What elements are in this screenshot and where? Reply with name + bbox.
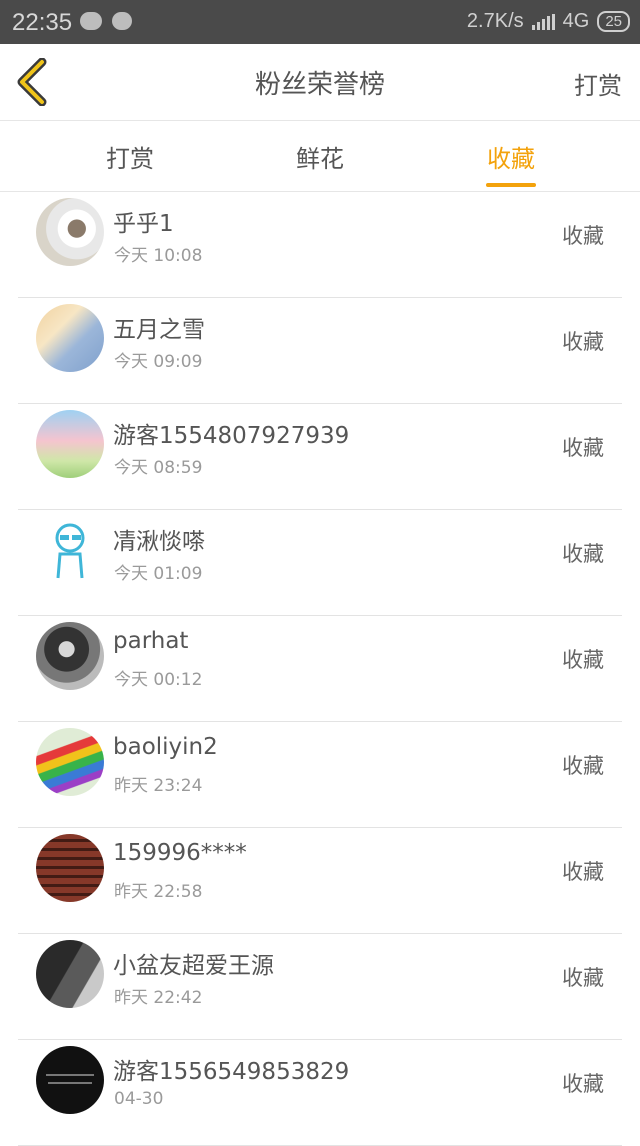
wechat-icon: [80, 12, 102, 30]
timestamp: 昨天 22:58: [114, 882, 203, 902]
tab-favorites[interactable]: 收藏: [451, 139, 571, 174]
avatar: [36, 516, 104, 584]
user-name: 小盆友超爱王源: [113, 953, 274, 979]
list-item[interactable]: 五月之雪 今天 09:09 收藏: [18, 298, 622, 404]
avatar: [36, 940, 104, 1008]
user-name: 游客1554807927939: [113, 423, 350, 449]
fan-list: 乎乎1 今天 10:08 收藏 五月之雪 今天 09:09 收藏 游客15548…: [0, 192, 640, 1146]
action-label: 收藏: [562, 436, 604, 460]
list-item[interactable]: parhat 今天 00:12 收藏: [18, 616, 622, 722]
list-item[interactable]: baoliyin2 昨天 23:24 收藏: [18, 722, 622, 828]
list-item[interactable]: 乎乎1 今天 10:08 收藏: [18, 192, 622, 298]
list-item[interactable]: 凊湫惔嗏 今天 01:09 收藏: [18, 510, 622, 616]
user-name: parhat: [113, 628, 189, 654]
active-tab-indicator: [486, 183, 536, 187]
tab-reward[interactable]: 打赏: [70, 139, 190, 174]
timestamp: 昨天 23:24: [114, 776, 203, 796]
timestamp: 昨天 22:42: [114, 988, 203, 1008]
avatar: [36, 410, 104, 478]
signal-icon: [531, 13, 555, 30]
avatar: [36, 728, 104, 796]
tab-flowers[interactable]: 鲜花: [260, 139, 380, 174]
text-image-icon: [46, 1074, 94, 1084]
top-bar: 粉丝荣誉榜 打赏: [0, 44, 640, 121]
timestamp: 今天 10:08: [114, 246, 203, 266]
list-item[interactable]: 159996**** 昨天 22:58 收藏: [18, 828, 622, 934]
list-item[interactable]: 小盆友超爱王源 昨天 22:42 收藏: [18, 934, 622, 1040]
reward-button[interactable]: 打赏: [574, 66, 622, 101]
avatar: [36, 198, 104, 266]
user-name: 乎乎1: [113, 211, 174, 237]
user-name: baoliyin2: [113, 734, 218, 760]
timestamp: 今天 00:12: [114, 670, 203, 690]
user-name: 159996****: [113, 840, 247, 866]
avatar: [36, 304, 104, 372]
action-label: 收藏: [562, 330, 604, 354]
timestamp: 今天 09:09: [114, 352, 203, 372]
avatar: [36, 622, 104, 690]
timestamp: 今天 01:09: [114, 564, 203, 584]
list-item[interactable]: 游客1554807927939 今天 08:59 收藏: [18, 404, 622, 510]
action-label: 收藏: [562, 966, 604, 990]
timestamp: 04-30: [114, 1089, 164, 1109]
action-label: 收藏: [562, 224, 604, 248]
action-label: 收藏: [562, 1072, 604, 1096]
network-type: 4G: [562, 10, 590, 32]
status-bar: 22:35 2.7K/s 4G 25: [0, 0, 640, 44]
timestamp: 今天 08:59: [114, 458, 203, 478]
battery-icon: 25: [597, 11, 630, 32]
network-speed: 2.7K/s: [466, 10, 524, 32]
user-name: 游客1556549853829: [113, 1059, 350, 1085]
avatar: [36, 834, 104, 902]
status-time: 22:35: [12, 9, 73, 36]
user-name: 五月之雪: [113, 317, 205, 343]
cartoon-icon: [55, 523, 85, 579]
tab-bar: 打赏 鲜花 收藏: [0, 121, 640, 192]
action-label: 收藏: [562, 648, 604, 672]
list-item[interactable]: 游客1556549853829 04-30 收藏: [18, 1040, 622, 1146]
action-label: 收藏: [562, 860, 604, 884]
action-label: 收藏: [562, 754, 604, 778]
page-title: 粉丝荣誉榜: [254, 70, 385, 100]
user-name: 凊湫惔嗏: [113, 529, 205, 555]
avatar: [36, 1046, 104, 1114]
action-label: 收藏: [562, 542, 604, 566]
chat-icon: [112, 12, 132, 30]
